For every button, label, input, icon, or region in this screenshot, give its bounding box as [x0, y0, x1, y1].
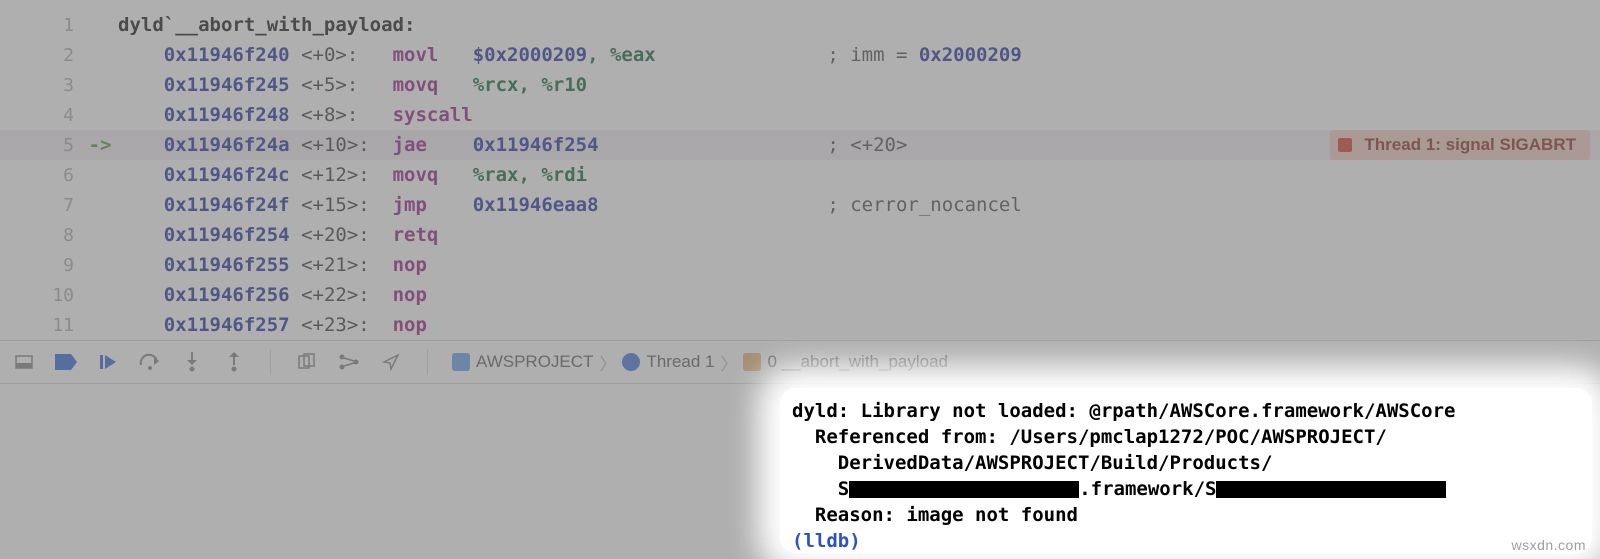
project-icon: [452, 353, 470, 371]
breakpoints-icon[interactable]: [54, 350, 78, 374]
line-number: 9: [0, 251, 82, 281]
watermark: wsxdn.com: [1511, 537, 1586, 553]
chevron-right-icon: 〉: [720, 350, 737, 375]
jump-bar[interactable]: AWSPROJECT 〉 Thread 1 〉 0 __abort_with_p…: [452, 350, 948, 375]
frame-icon: [743, 353, 761, 371]
crumb-thread: Thread 1: [646, 352, 714, 372]
code-line[interactable]: 7 0x11946f24f <+15>: jmp 0x11946eaa8 ; c…: [0, 190, 1600, 220]
lldb-prompt[interactable]: (lldb): [792, 530, 872, 552]
console-line: Reason: image not found: [792, 504, 1078, 526]
code-line[interactable]: 2 0x11946f240 <+0>: movl $0x2000209, %ea…: [0, 40, 1600, 70]
thread-icon: [622, 353, 640, 371]
crumb-frame: 0 __abort_with_payload: [767, 352, 948, 372]
chevron-right-icon: 〉: [599, 350, 616, 375]
line-number: 7: [0, 191, 82, 221]
line-number: 4: [0, 101, 82, 131]
step-into-icon[interactable]: [180, 350, 204, 374]
instruction: 0x11946f24f <+15>: jmp 0x11946eaa8 ; cer…: [118, 190, 1600, 220]
line-number: 10: [0, 281, 82, 311]
disassembly-view: 1 dyld`__abort_with_payload: 2 0x11946f2…: [0, 0, 1600, 340]
redacted-text: [1216, 481, 1446, 498]
simulate-location-icon[interactable]: [379, 350, 403, 374]
console-line: Referenced from: /Users/pmclap1272/POC/A…: [792, 426, 1387, 448]
line-number: 11: [0, 311, 82, 341]
line-number: 8: [0, 221, 82, 251]
line-number: 5: [0, 131, 82, 161]
debug-memory-graph-icon[interactable]: [337, 350, 361, 374]
instruction: 0x11946f257 <+23>: nop: [118, 310, 1600, 340]
console-line: dyld: Library not loaded: @rpath/AWSCore…: [792, 400, 1455, 422]
code-line[interactable]: 4 0x11946f248 <+8>: syscall: [0, 100, 1600, 130]
instruction: 0x11946f240 <+0>: movl $0x2000209, %eax …: [118, 40, 1600, 70]
toggle-debug-area-icon[interactable]: [12, 350, 36, 374]
step-out-icon[interactable]: [222, 350, 246, 374]
code-line[interactable]: 1 dyld`__abort_with_payload:: [0, 10, 1600, 40]
instruction: 0x11946f24c <+12>: movq %rax, %rdi: [118, 160, 1600, 190]
debug-console-output[interactable]: dyld: Library not loaded: @rpath/AWSCore…: [780, 388, 1592, 553]
code-line[interactable]: 3 0x11946f245 <+5>: movq %rcx, %r10: [0, 70, 1600, 100]
code-line[interactable]: 11 0x11946f257 <+23>: nop: [0, 310, 1600, 340]
console-line: S.framework/S: [792, 478, 1446, 500]
code-line[interactable]: 10 0x11946f256 <+22>: nop: [0, 280, 1600, 310]
separator: [270, 349, 271, 375]
continue-icon[interactable]: [96, 350, 120, 374]
step-over-icon[interactable]: [138, 350, 162, 374]
line-number: 2: [0, 41, 82, 71]
line-number: 6: [0, 161, 82, 191]
console-line: DerivedData/AWSPROJECT/Build/Products/: [792, 452, 1272, 474]
debug-toolbar: AWSPROJECT 〉 Thread 1 〉 0 __abort_with_p…: [0, 340, 1600, 384]
instruction: 0x11946f245 <+5>: movq %rcx, %r10: [118, 70, 1600, 100]
instruction: 0x11946f248 <+8>: syscall: [118, 100, 1600, 130]
debug-view-hierarchy-icon[interactable]: [295, 350, 319, 374]
instruction: 0x11946f256 <+22>: nop: [118, 280, 1600, 310]
thread-signal-badge[interactable]: Thread 1: signal SIGABRT: [1330, 130, 1590, 160]
line-number: 3: [0, 71, 82, 101]
redacted-text: [849, 481, 1079, 498]
instruction: 0x11946f254 <+20>: retq: [118, 220, 1600, 250]
code-line[interactable]: 8 0x11946f254 <+20>: retq: [0, 220, 1600, 250]
separator: [427, 349, 428, 375]
code-line[interactable]: 9 0x11946f255 <+21>: nop: [0, 250, 1600, 280]
exec-pointer-icon: ->: [82, 130, 118, 160]
crumb-project: AWSPROJECT: [476, 352, 593, 372]
instruction: 0x11946f255 <+21>: nop: [118, 250, 1600, 280]
line-number: 1: [0, 11, 82, 41]
code-line[interactable]: 6 0x11946f24c <+12>: movq %rax, %rdi: [0, 160, 1600, 190]
symbol-header: dyld`__abort_with_payload:: [118, 10, 1600, 40]
